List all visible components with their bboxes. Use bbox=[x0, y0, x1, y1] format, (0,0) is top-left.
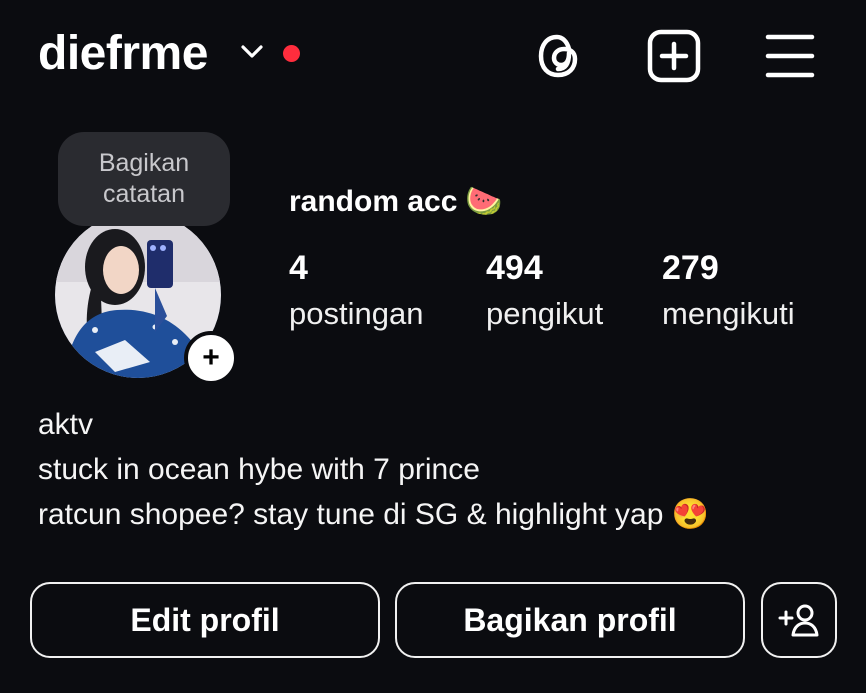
profile-bio: aktv stuck in ocean hybe with 7 prince r… bbox=[38, 402, 709, 537]
edit-profile-button[interactable]: Edit profil bbox=[30, 582, 380, 658]
display-name: random acc 🍉 bbox=[289, 182, 503, 222]
bio-line: ratcun shopee? stay tune di SG & highlig… bbox=[38, 498, 710, 531]
stat-posts-label: postingan bbox=[289, 296, 424, 331]
add-story-button[interactable]: + bbox=[184, 331, 238, 385]
note-line-2: catatan bbox=[102, 180, 185, 208]
stat-following-label: mengikuti bbox=[662, 296, 795, 331]
stat-followers-value: 494 bbox=[486, 249, 543, 287]
plus-icon: + bbox=[202, 341, 220, 374]
notification-dot bbox=[283, 45, 300, 62]
share-note-bubble[interactable]: Bagikan catatan bbox=[58, 132, 230, 226]
stat-following-value: 279 bbox=[662, 249, 719, 287]
bio-line: aktv bbox=[38, 408, 94, 441]
bio-line: stuck in ocean hybe with 7 prince bbox=[38, 453, 480, 486]
profile-username[interactable]: diefrme bbox=[38, 22, 208, 86]
add-person-icon bbox=[778, 604, 819, 637]
note-line-1: Bagikan bbox=[98, 149, 190, 177]
stat-followers-label: pengikut bbox=[486, 296, 604, 331]
hamburger-menu-icon[interactable] bbox=[762, 28, 818, 84]
stat-posts-value: 4 bbox=[289, 249, 308, 287]
display-name-text: random acc bbox=[289, 185, 458, 218]
stat-following[interactable]: 279 mengikuti bbox=[662, 248, 795, 336]
share-profile-button[interactable]: Bagikan profil bbox=[395, 582, 745, 658]
plus-square-icon[interactable] bbox=[646, 28, 702, 84]
watermelon-emoji: 🍉 bbox=[465, 185, 503, 218]
chevron-down-icon[interactable] bbox=[238, 40, 266, 64]
stat-posts[interactable]: 4 postingan bbox=[289, 248, 423, 336]
threads-icon[interactable] bbox=[530, 28, 586, 84]
discover-people-button[interactable] bbox=[761, 582, 837, 658]
stat-followers[interactable]: 494 pengikut bbox=[486, 248, 603, 336]
